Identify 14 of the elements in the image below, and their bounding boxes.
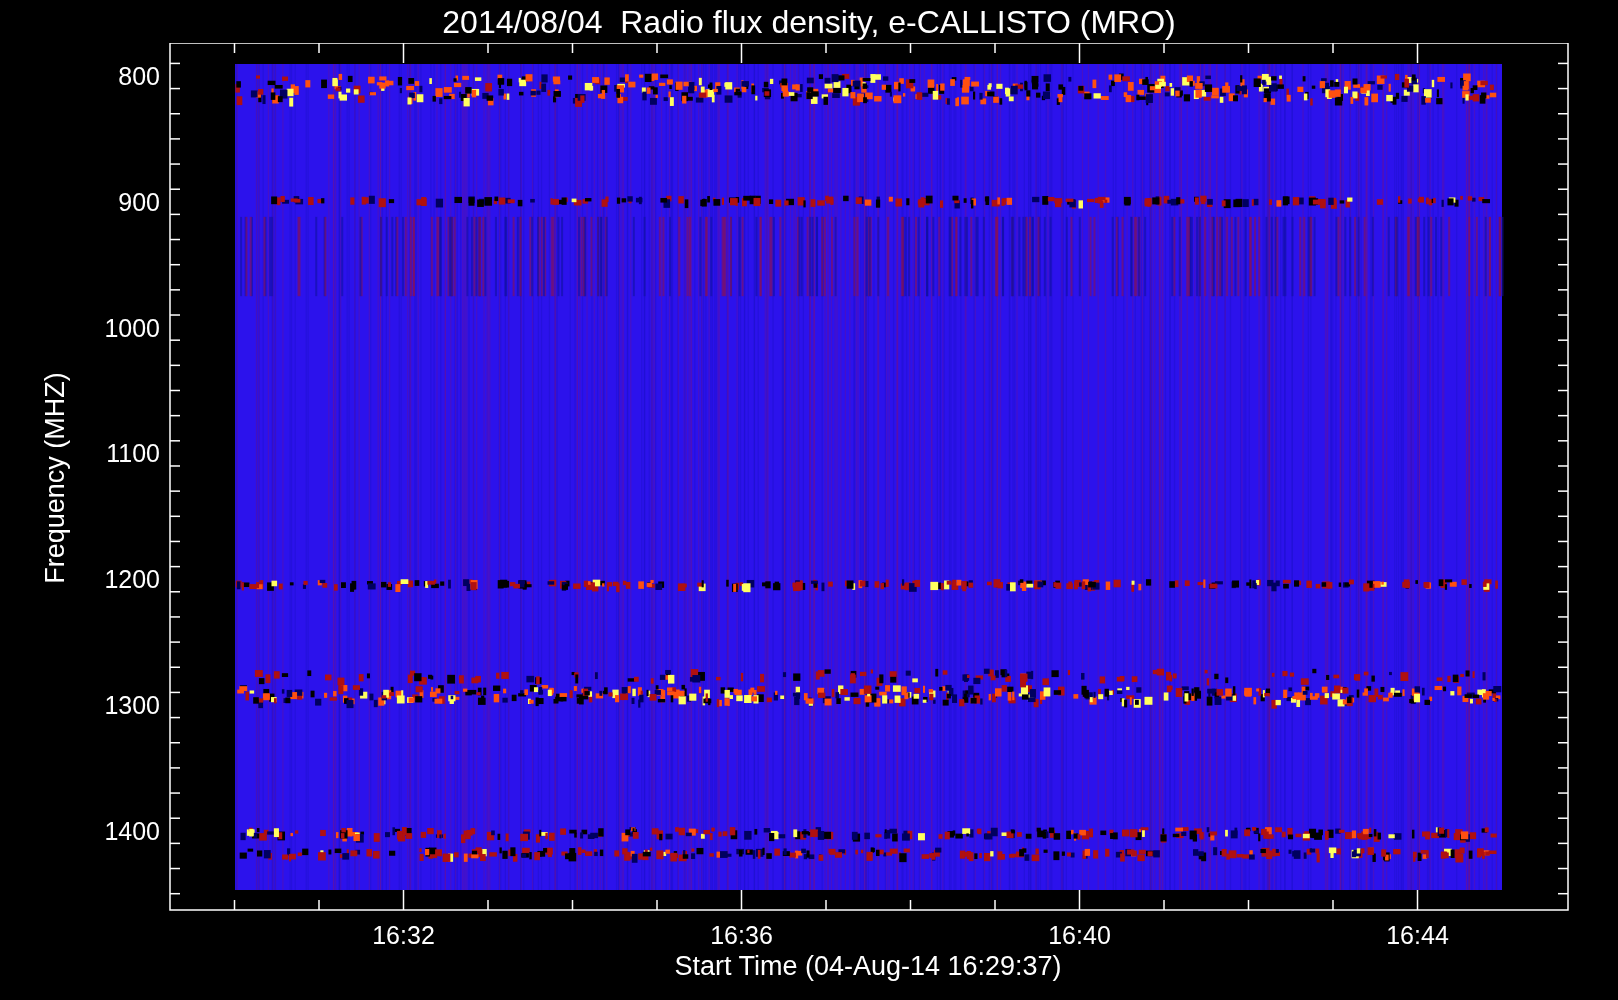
tick-label: 1100	[106, 439, 160, 468]
tick-label: 800	[118, 62, 160, 90]
tick-label: 1000	[104, 313, 160, 342]
tick-label: 16:32	[372, 921, 435, 949]
tick-label: 1300	[104, 691, 160, 719]
tick-label: 900	[118, 187, 160, 216]
tick-label: 16:44	[1386, 921, 1449, 949]
tick-label: 16:40	[1048, 921, 1111, 949]
tick-label: 16:36	[710, 921, 773, 949]
chart-title: 2014/08/04 Radio flux density, e-CALLISTO (MRO)	[442, 5, 1176, 38]
axis-label: Frequency (MHZ)	[40, 372, 70, 584]
tick-label: 1400	[104, 816, 160, 845]
tick-label: 1200	[104, 565, 160, 594]
axis-label: Start Time (04-Aug-14 16:29:37)	[674, 951, 1062, 981]
